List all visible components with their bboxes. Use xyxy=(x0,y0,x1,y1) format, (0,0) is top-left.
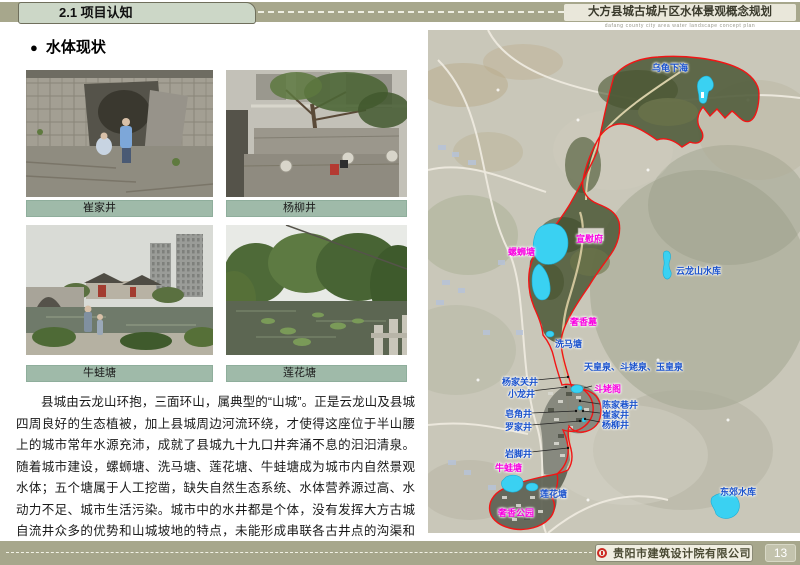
page-title-english: dafang county city area water landscape … xyxy=(564,23,796,29)
photo-caption: 莲花塘 xyxy=(226,365,407,382)
page-title: 大方县城古城片区水体景观概念规划 xyxy=(564,4,796,21)
map-label: 宣慰府 xyxy=(576,232,603,245)
photo-yangliu-well xyxy=(226,70,407,197)
map-label: 奢香墓 xyxy=(570,315,597,328)
map-label: 皂角井 xyxy=(505,407,532,420)
footer-dashed-line xyxy=(6,552,592,553)
map-label: 东郊水库 xyxy=(720,485,756,498)
photo-caption: 牛蛙塘 xyxy=(26,365,213,382)
company-box: 贵阳市建筑设计院有限公司 xyxy=(595,544,753,562)
map-label: 斗姥阁 xyxy=(594,382,621,395)
map-label: 小龙井 xyxy=(508,387,535,400)
map-label: 螺蛳塘 xyxy=(508,245,535,258)
page-number: 13 xyxy=(765,544,796,562)
map-label: 洗马塘 xyxy=(555,337,582,350)
photo-caption: 崔家井 xyxy=(26,200,213,217)
satellite-map: 乌龟下海宣慰府螺蛳塘云龙山水库奢香墓洗马塘天皇泉、斗姥泉、玉皇泉杨家关井小龙井斗… xyxy=(428,30,800,533)
map-label: 杨柳井 xyxy=(602,418,629,431)
map-label: 莲花塘 xyxy=(540,487,567,500)
photo-cuijia-well xyxy=(26,70,213,197)
map-label: 罗家井 xyxy=(505,420,532,433)
map-label: 天皇泉、斗姥泉、玉皇泉 xyxy=(584,360,683,373)
bullet-icon: ● xyxy=(30,40,38,55)
section-heading: ● 水体现状 xyxy=(30,36,106,57)
header-dashed-line xyxy=(258,11,564,13)
map-label: 乌龟下海 xyxy=(652,61,688,74)
company-name: 贵阳市建筑设计院有限公司 xyxy=(613,545,751,561)
photo-caption: 杨柳井 xyxy=(226,200,407,217)
body-paragraph: 县城由云龙山环抱，三面环山，属典型的“山城”。正是云龙山及县城四周良好的生态植被… xyxy=(16,392,415,564)
map-label: 奢香公园 xyxy=(498,506,534,519)
map-label: 云龙山水库 xyxy=(676,264,721,277)
map-labels: 乌龟下海宣慰府螺蛳塘云龙山水库奢香墓洗马塘天皇泉、斗姥泉、玉皇泉杨家关井小龙井斗… xyxy=(428,30,800,533)
photo-niuwa-pond xyxy=(26,225,213,355)
company-logo-icon xyxy=(597,548,607,558)
section-heading-text: 水体现状 xyxy=(46,39,106,56)
section-tab: 2.1 项目认知 xyxy=(18,2,256,24)
map-label: 牛蛙塘 xyxy=(495,461,522,474)
photo-lianhua-pond xyxy=(226,225,407,355)
map-label: 岩脚井 xyxy=(505,447,532,460)
